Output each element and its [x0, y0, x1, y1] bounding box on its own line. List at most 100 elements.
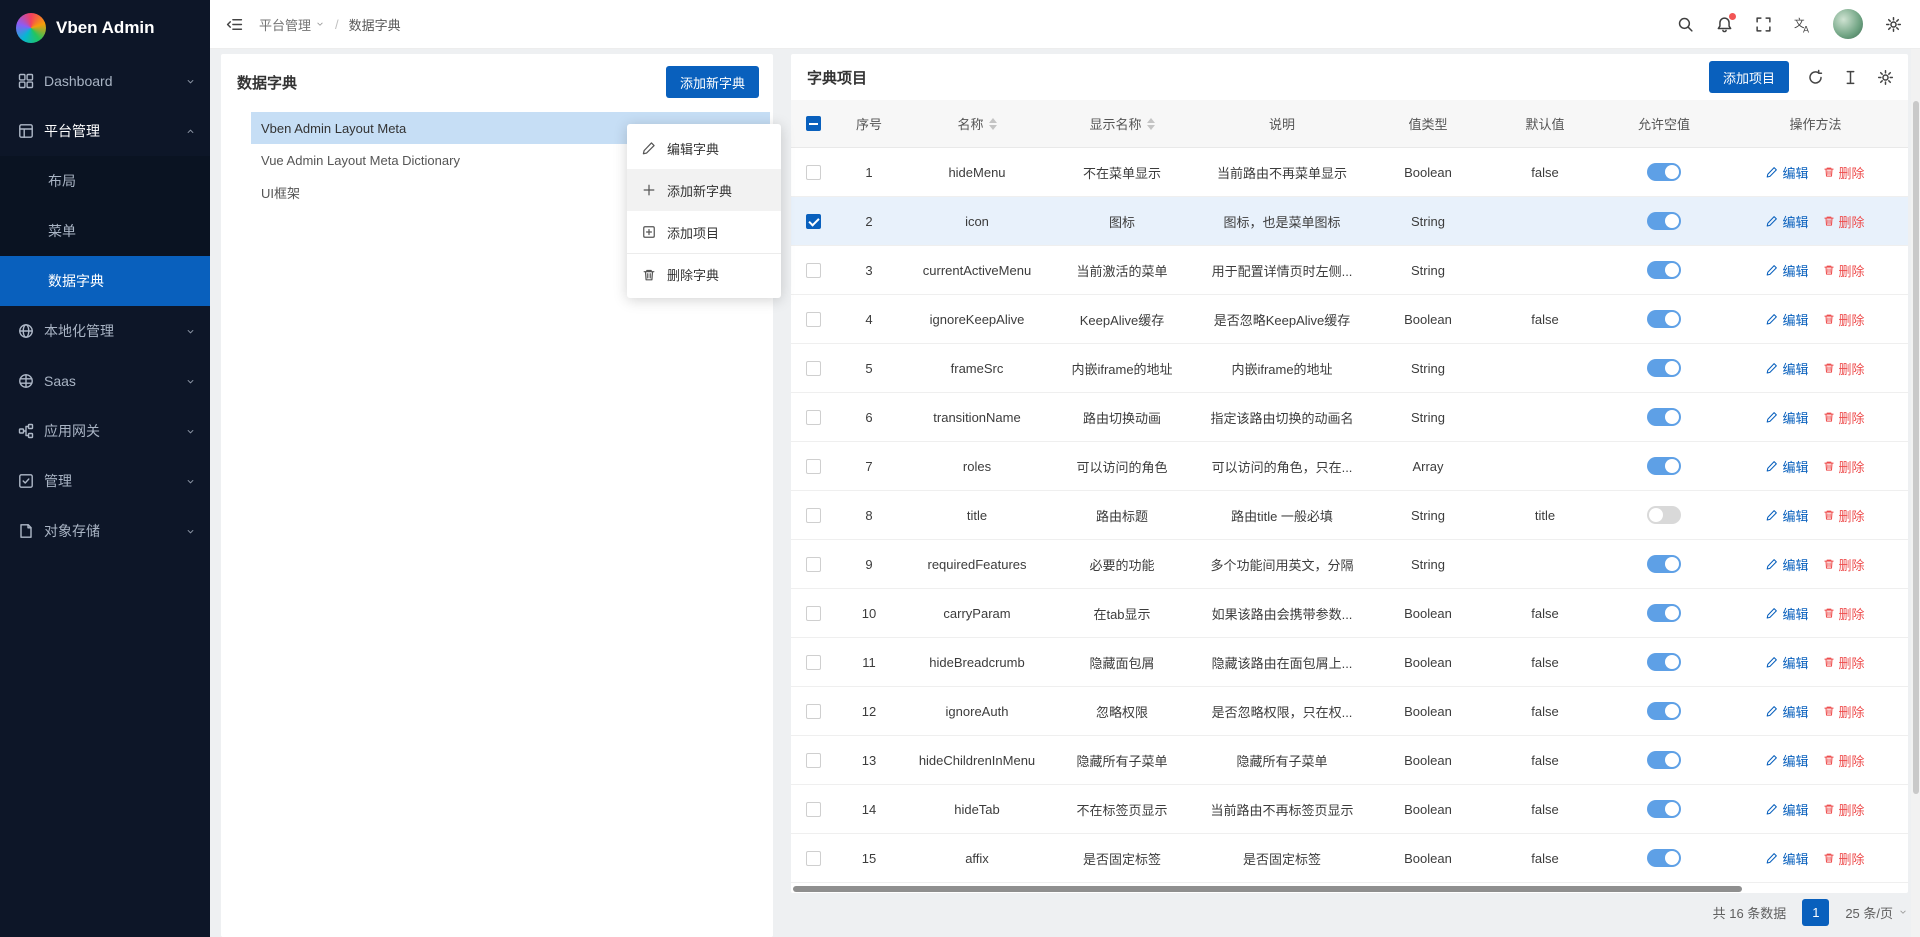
edit-link[interactable]: 编辑 — [1766, 310, 1808, 329]
edit-link[interactable]: 编辑 — [1766, 212, 1808, 231]
allow-null-toggle[interactable] — [1647, 751, 1681, 769]
edit-link[interactable]: 编辑 — [1766, 457, 1808, 476]
allow-null-toggle[interactable] — [1647, 555, 1681, 573]
sidebar-item-对象存储[interactable]: 对象存储 — [0, 506, 210, 556]
sort-icon[interactable] — [989, 118, 997, 130]
row-checkbox[interactable] — [791, 540, 835, 588]
column-header-名称[interactable]: 名称 — [903, 100, 1051, 147]
row-checkbox[interactable] — [791, 148, 835, 196]
row-checkbox[interactable] — [791, 687, 835, 735]
context-menu-item-添加新字典[interactable]: 添加新字典 — [627, 169, 781, 211]
sidebar-item-菜单[interactable]: 菜单 — [0, 206, 210, 256]
app-logo[interactable]: Vben Admin — [0, 0, 210, 56]
pagination-page-1[interactable]: 1 — [1802, 899, 1829, 926]
row-checkbox[interactable] — [791, 344, 835, 392]
refresh-icon[interactable] — [1807, 69, 1824, 86]
translate-icon[interactable]: 文A — [1794, 16, 1811, 33]
horizontal-scrollbar[interactable] — [791, 885, 1908, 893]
bell-icon[interactable] — [1716, 16, 1733, 33]
sidebar-item-label: Saas — [44, 373, 76, 389]
gear-icon[interactable] — [1885, 16, 1902, 33]
allow-null-toggle[interactable] — [1647, 212, 1681, 230]
delete-link[interactable]: 删除 — [1823, 653, 1865, 672]
search-icon[interactable] — [1677, 16, 1694, 33]
sidebar-item-Dashboard[interactable]: Dashboard — [0, 56, 210, 106]
delete-link[interactable]: 删除 — [1823, 751, 1865, 770]
delete-link[interactable]: 删除 — [1823, 604, 1865, 623]
fullscreen-icon[interactable] — [1755, 16, 1772, 33]
add-dictionary-button[interactable]: 添加新字典 — [666, 66, 759, 98]
allow-null-toggle[interactable] — [1647, 702, 1681, 720]
edit-link[interactable]: 编辑 — [1766, 163, 1808, 182]
allow-null-toggle[interactable] — [1647, 163, 1681, 181]
row-checkbox[interactable] — [791, 197, 835, 245]
sidebar-item-Saas[interactable]: Saas — [0, 356, 210, 406]
sidebar-item-数据字典[interactable]: 数据字典 — [0, 256, 210, 306]
row-checkbox[interactable] — [791, 491, 835, 539]
allow-null-toggle[interactable] — [1647, 604, 1681, 622]
vertical-scrollbar-thumb[interactable] — [1913, 101, 1919, 794]
context-menu-item-添加项目[interactable]: 添加项目 — [627, 211, 781, 253]
menu-fold-icon[interactable] — [226, 16, 243, 33]
row-checkbox[interactable] — [791, 785, 835, 833]
delete-link[interactable]: 删除 — [1823, 163, 1865, 182]
delete-link[interactable]: 删除 — [1823, 261, 1865, 280]
row-checkbox[interactable] — [791, 834, 835, 882]
edit-link[interactable]: 编辑 — [1766, 359, 1808, 378]
row-checkbox[interactable] — [791, 442, 835, 490]
select-all-checkbox[interactable] — [791, 100, 835, 147]
edit-link[interactable]: 编辑 — [1766, 555, 1808, 574]
sidebar-item-平台管理[interactable]: 平台管理 — [0, 106, 210, 156]
sidebar-item-管理[interactable]: 管理 — [0, 456, 210, 506]
delete-link[interactable]: 删除 — [1823, 212, 1865, 231]
user-avatar[interactable] — [1833, 9, 1863, 39]
allow-null-toggle[interactable] — [1647, 359, 1681, 377]
row-checkbox[interactable] — [791, 638, 835, 686]
edit-link[interactable]: 编辑 — [1766, 408, 1808, 427]
allow-null-toggle[interactable] — [1647, 261, 1681, 279]
allow-null-toggle[interactable] — [1647, 457, 1681, 475]
horizontal-scrollbar-thumb[interactable] — [793, 886, 1742, 892]
page-size-select[interactable]: 25 条/页 — [1845, 903, 1908, 922]
allow-null-toggle[interactable] — [1647, 653, 1681, 671]
allow-null-toggle[interactable] — [1647, 800, 1681, 818]
edit-link[interactable]: 编辑 — [1766, 849, 1808, 868]
edit-link[interactable]: 编辑 — [1766, 702, 1808, 721]
row-checkbox[interactable] — [791, 589, 835, 637]
delete-link[interactable]: 删除 — [1823, 310, 1865, 329]
delete-link[interactable]: 删除 — [1823, 702, 1865, 721]
row-checkbox[interactable] — [791, 246, 835, 294]
row-checkbox[interactable] — [791, 393, 835, 441]
edit-link[interactable]: 编辑 — [1766, 604, 1808, 623]
gear-icon[interactable] — [1877, 69, 1894, 86]
sidebar-item-布局[interactable]: 布局 — [0, 156, 210, 206]
column-height-icon[interactable] — [1842, 69, 1859, 86]
edit-link[interactable]: 编辑 — [1766, 751, 1808, 770]
delete-link[interactable]: 删除 — [1823, 457, 1865, 476]
sidebar-item-本地化管理[interactable]: 本地化管理 — [0, 306, 210, 356]
add-item-button[interactable]: 添加项目 — [1709, 61, 1789, 93]
allow-null-toggle[interactable] — [1647, 310, 1681, 328]
context-menu-item-删除字典[interactable]: 删除字典 — [627, 253, 781, 295]
delete-link[interactable]: 删除 — [1823, 555, 1865, 574]
edit-link[interactable]: 编辑 — [1766, 800, 1808, 819]
allow-null-toggle[interactable] — [1647, 506, 1681, 524]
breadcrumb-parent[interactable]: 平台管理 — [259, 15, 325, 34]
allow-null-toggle[interactable] — [1647, 849, 1681, 867]
edit-link[interactable]: 编辑 — [1766, 261, 1808, 280]
column-header-显示名称[interactable]: 显示名称 — [1051, 100, 1193, 147]
delete-link[interactable]: 删除 — [1823, 800, 1865, 819]
delete-link[interactable]: 删除 — [1823, 408, 1865, 427]
sort-icon[interactable] — [1147, 118, 1155, 130]
delete-link[interactable]: 删除 — [1823, 849, 1865, 868]
context-menu-item-编辑字典[interactable]: 编辑字典 — [627, 127, 781, 169]
row-checkbox[interactable] — [791, 295, 835, 343]
delete-link[interactable]: 删除 — [1823, 506, 1865, 525]
edit-link[interactable]: 编辑 — [1766, 506, 1808, 525]
vertical-scrollbar[interactable] — [1911, 49, 1920, 937]
edit-link[interactable]: 编辑 — [1766, 653, 1808, 672]
row-checkbox[interactable] — [791, 736, 835, 784]
allow-null-toggle[interactable] — [1647, 408, 1681, 426]
sidebar-item-应用网关[interactable]: 应用网关 — [0, 406, 210, 456]
delete-link[interactable]: 删除 — [1823, 359, 1865, 378]
